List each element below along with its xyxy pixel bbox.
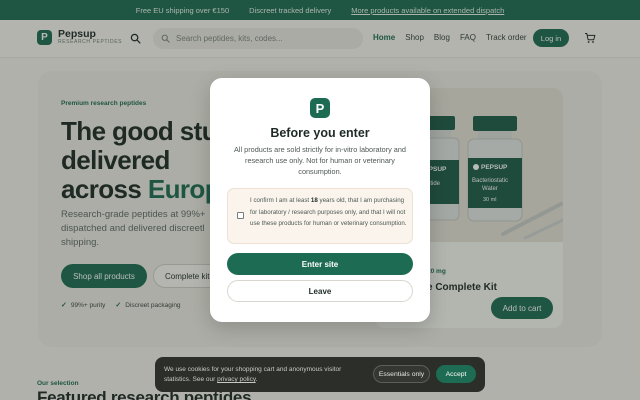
cookie-banner: We use cookies for your shopping cart an… (155, 357, 485, 392)
age-confirm-text: I confirm I am at least 18 years old, th… (250, 195, 410, 230)
modal-logo: P (310, 98, 330, 118)
leave-button[interactable]: Leave (227, 280, 413, 302)
confirm-age: 18 (310, 197, 318, 204)
age-gate-modal: P Before you enter All products are sold… (210, 78, 430, 322)
confirm-prefix: I confirm I am at least (250, 197, 311, 204)
cookie-text: We use cookies for your shopping cart an… (164, 365, 364, 385)
cookie-message-end: . (255, 376, 258, 383)
accept-cookies-button[interactable]: Accept (436, 365, 476, 383)
modal-disclaimer: All products are sold strictly for in-vi… (234, 145, 406, 176)
age-confirm-checkbox[interactable] (237, 212, 244, 219)
enter-site-button[interactable]: Enter site (227, 253, 413, 275)
essentials-only-button[interactable]: Essentials only (373, 365, 430, 383)
modal-title: Before you enter (270, 126, 370, 140)
age-confirmation[interactable]: I confirm I am at least 18 years old, th… (227, 188, 413, 244)
privacy-policy-link[interactable]: privacy policy (217, 376, 256, 383)
